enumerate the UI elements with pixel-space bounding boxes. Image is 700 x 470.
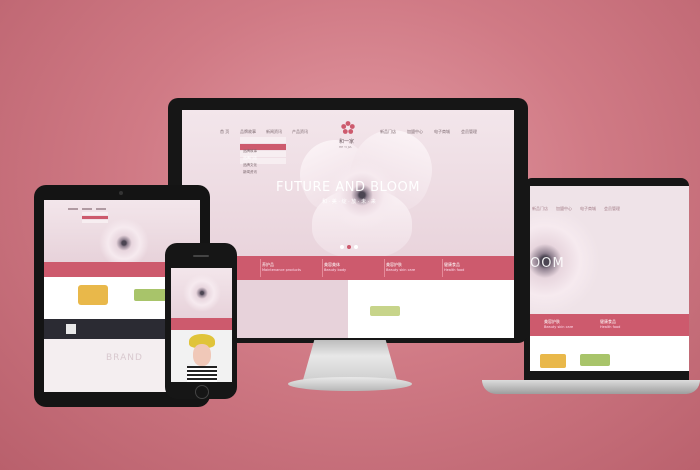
laptop-nav-item-3[interactable]: 会员管理 <box>604 206 620 212</box>
nav-e-mall[interactable]: 电子商城 <box>434 129 450 135</box>
laptop-category-0-en: Beauty skin care <box>544 325 574 329</box>
dropdown-item-1-active[interactable]: 品牌门店 <box>240 144 286 160</box>
laptop-category-bar: 美容护肤 Beauty skin care 健康食品 Health food <box>530 314 689 336</box>
slider-dot-2[interactable] <box>347 245 351 249</box>
brand-name: 和一家 <box>339 139 355 145</box>
tablet-dropdown-item[interactable] <box>82 220 108 223</box>
nav-franchise[interactable]: 加盟中心 <box>407 129 423 135</box>
slider-dot-3[interactable] <box>354 245 358 249</box>
dropdown-item-2[interactable]: 品牌文化 <box>240 151 286 167</box>
category-maintenance-en: Maintenance products <box>262 268 301 272</box>
tablet-dropdown-item[interactable] <box>82 212 108 215</box>
hero-flower-center <box>327 160 397 230</box>
category-divider <box>322 259 323 277</box>
dropdown-item-3[interactable]: 新闻资讯 <box>240 158 286 174</box>
nav-members[interactable]: 会员管理 <box>461 129 477 135</box>
tablet-dropdown-item-active[interactable] <box>82 216 108 219</box>
category-divider <box>442 259 443 277</box>
category-divider <box>384 259 385 277</box>
laptop-hero-title: OOM <box>530 256 565 271</box>
laptop-category-1[interactable]: 健康食品 Health food <box>600 319 620 329</box>
phone-home-button[interactable] <box>195 385 209 399</box>
phone-screen <box>171 268 232 382</box>
tablet-nav-item[interactable] <box>96 208 106 210</box>
category-skin-care[interactable]: 美容护肤 Beauty skin care <box>386 262 415 272</box>
laptop-product-yellow <box>540 354 566 368</box>
tablet-product-green <box>134 289 168 301</box>
hero-title: FUTURE AND BLOOM <box>276 180 420 195</box>
product-green-box <box>370 306 400 316</box>
nav-home[interactable]: 首 页 <box>220 129 229 135</box>
tablet-nav-item[interactable] <box>68 208 78 210</box>
nav-news[interactable]: 新闻资讯 <box>266 129 282 135</box>
category-beauty-body-en: Beauty body <box>324 268 347 272</box>
monitor-neck <box>303 340 397 380</box>
phone-model-shirt <box>187 366 217 382</box>
phone-model-face <box>193 344 211 366</box>
nav-products[interactable]: 产品资讯 <box>292 129 308 135</box>
mockup-stage: 新品门店 加盟中心 电子商城 会员管理 OOM 美容护肤 Beauty skin… <box>0 0 700 470</box>
tablet-product-yellow <box>78 285 108 305</box>
phone-speaker <box>193 255 209 257</box>
tablet-camera <box>119 191 123 195</box>
slider-dot-1[interactable] <box>340 245 344 249</box>
brand-pinyin: HE YI JIA <box>339 145 352 149</box>
laptop-screen: 新品门店 加盟中心 电子商城 会员管理 OOM 美容护肤 Beauty skin… <box>530 186 689 371</box>
category-beauty-body[interactable]: 美容美体 Beauty body <box>324 262 346 272</box>
nav-brand-story[interactable]: 品牌故事 <box>240 129 256 135</box>
category-health-food-en: Health food <box>444 268 465 272</box>
category-maintenance[interactable]: 养护品 Maintenance products <box>262 262 301 272</box>
tablet-nav-item[interactable] <box>82 208 92 210</box>
brand-story-dropdown: 品牌故事 品牌门店 品牌文化 新闻资讯 <box>240 137 286 174</box>
category-health-food[interactable]: 健康食品 Health food <box>444 262 464 272</box>
dropdown-item-0[interactable]: 品牌故事 <box>240 137 286 153</box>
laptop-category-1-en: Health food <box>600 325 621 329</box>
phone-category-bar <box>171 318 232 330</box>
laptop-nav-item-2[interactable]: 电子商城 <box>580 206 596 212</box>
tablet-brand-text: BRAND <box>106 353 143 363</box>
tablet-hero-flower <box>99 218 149 268</box>
category-skin-care-en: Beauty skin care <box>386 268 416 272</box>
category-divider <box>260 259 261 277</box>
tablet-dropdown <box>82 212 108 226</box>
laptop-product-area <box>530 336 689 371</box>
laptop-product-green <box>580 354 610 366</box>
content-right-panel <box>348 280 514 338</box>
laptop-base <box>482 380 700 394</box>
monitor-base <box>288 377 412 391</box>
phone-model-photo <box>171 330 232 382</box>
nav-new-stores[interactable]: 新品门店 <box>380 129 396 135</box>
hero-subtitle: 和 · 美 · 绽 · 放 · 未 · 来 <box>322 199 376 205</box>
brand-logo-icon <box>340 120 356 136</box>
phone-hero-flower <box>183 274 221 312</box>
laptop-category-0[interactable]: 美容护肤 Beauty skin care <box>544 319 573 329</box>
tablet-qr-code-icon <box>66 324 76 334</box>
